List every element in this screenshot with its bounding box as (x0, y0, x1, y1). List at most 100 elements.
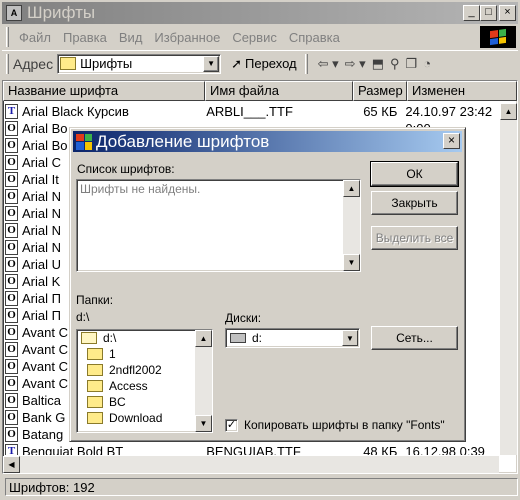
folder-icon (87, 364, 103, 376)
dialog-titlebar[interactable]: Добавление шрифтов × (73, 131, 462, 152)
folder-icon (87, 396, 103, 408)
folder-scrollbar[interactable]: ▲ ▼ (195, 330, 212, 432)
font-file-icon: O (5, 308, 18, 323)
folder-item[interactable]: Download (77, 410, 212, 426)
menu-help[interactable]: Справка (283, 30, 346, 45)
drive-select[interactable]: d: ▼ (225, 328, 360, 348)
folder-item[interactable]: 1 (77, 346, 212, 362)
maximize-button[interactable]: □ (480, 5, 497, 21)
address-bar: Адрес Шрифты ▼ ➚ Переход ⇦ ▾ ⇨ ▾ ⬒ ⚲ ❐ ◔ (2, 50, 518, 76)
horizontal-scrollbar[interactable]: ◀ (3, 456, 499, 473)
font-name: Arial It (22, 172, 59, 187)
toolbar-grip[interactable] (6, 53, 9, 74)
font-file-icon: O (5, 240, 18, 255)
column-header-name[interactable]: Название шрифта (3, 81, 205, 101)
font-file-icon: O (5, 359, 18, 374)
font-file-icon: O (5, 393, 18, 408)
folder-icon (87, 412, 103, 424)
font-name: Arial Bo (22, 138, 68, 153)
size-cell: 48 КБ (363, 444, 398, 455)
go-button[interactable]: ➚ Переход (227, 56, 301, 72)
font-file-icon: O (5, 342, 18, 357)
back-icon[interactable]: ⇦ ▾ (318, 56, 339, 72)
font-file-icon: O (5, 410, 18, 425)
copy-checkbox-label: Копировать шрифты в папку "Fonts" (244, 418, 445, 432)
toolbar-grip[interactable] (304, 53, 308, 74)
menu-edit[interactable]: Правка (57, 30, 113, 45)
folder-tree[interactable]: d:\ 1 2ndfl2002 Access BC Download ▲ ▼ (76, 329, 213, 433)
menu-tools[interactable]: Сервис (226, 30, 283, 45)
font-file-icon: T (5, 104, 18, 119)
up-folder-icon[interactable]: ⬒ (372, 56, 384, 72)
chevron-down-icon[interactable]: ▼ (203, 55, 220, 72)
history-icon[interactable]: ◔ (423, 56, 431, 71)
font-file-icon: O (5, 291, 18, 306)
address-label: Адрес (13, 55, 54, 72)
copy-icon[interactable]: ❐ (406, 56, 418, 72)
folder-icon (87, 348, 103, 360)
close-button[interactable]: × (499, 5, 516, 21)
address-field[interactable]: Шрифты ▼ (57, 53, 222, 74)
menu-view[interactable]: Вид (113, 30, 149, 45)
font-name: Bank G (22, 410, 66, 425)
file-name-cell: ARBLI___.TTF (206, 104, 293, 119)
scroll-down-icon[interactable]: ▼ (195, 415, 212, 432)
column-header-size[interactable]: Размер (353, 81, 407, 101)
forward-icon[interactable]: ⇨ ▾ (345, 56, 366, 72)
search-icon[interactable]: ⚲ (390, 56, 400, 72)
font-name: Arial N (22, 189, 62, 204)
minimize-button[interactable]: _ (463, 5, 480, 21)
copy-to-fonts-checkbox[interactable]: ✓ Копировать шрифты в папку "Fonts" (225, 418, 445, 432)
font-name: Baltica (22, 393, 62, 408)
column-header-modified[interactable]: Изменен (407, 81, 517, 101)
toolbar-grip[interactable] (6, 27, 9, 47)
menu-bar: Файл Правка Вид Избранное Сервис Справка (2, 25, 518, 49)
scroll-down-icon[interactable]: ▼ (343, 254, 360, 271)
font-list-box[interactable]: Шрифты не найдены. ▲ ▼ (76, 179, 361, 272)
file-name-cell: BENGUIAB.TTF (206, 444, 301, 455)
font-name: Arial K (22, 274, 61, 289)
font-file-icon: O (5, 376, 18, 391)
dialog-title: Добавление шрифтов (96, 131, 270, 151)
select-all-button[interactable]: Выделить все (371, 226, 458, 250)
vertical-scrollbar[interactable]: ▲ (500, 103, 517, 455)
font-list-placeholder: Шрифты не найдены. (80, 182, 201, 196)
folder-label: Download (109, 411, 163, 425)
folder-item[interactable]: 2ndfl2002 (77, 362, 212, 378)
menu-favorites[interactable]: Избранное (148, 30, 226, 45)
window-titlebar[interactable]: A Шрифты _ □ × (2, 2, 518, 24)
dialog-close-icon[interactable]: × (443, 133, 460, 149)
ok-button[interactable]: ОК (370, 161, 459, 187)
font-name: Avant C (22, 325, 69, 340)
close-dialog-button[interactable]: Закрыть (371, 191, 458, 215)
folder-item[interactable]: Access (77, 378, 212, 394)
open-folder-icon (81, 332, 97, 344)
font-name: Arial U (22, 257, 62, 272)
font-file-icon: T (5, 444, 18, 455)
checkmark-icon[interactable]: ✓ (225, 418, 238, 432)
table-row[interactable]: T Benguiat Bold BT BENGUIAB.TTF 48 КБ 16.12.… (3, 443, 499, 455)
font-file-icon: O (5, 172, 18, 187)
font-name: Avant C (22, 376, 69, 391)
network-button[interactable]: Сеть... (371, 326, 458, 350)
scroll-up-icon[interactable]: ▲ (343, 180, 360, 197)
scroll-left-icon[interactable]: ◀ (3, 456, 20, 473)
table-row[interactable]: T Arial Black Курсив ARBLI___.TTF 65 КБ 24.1… (3, 103, 499, 120)
font-file-icon: O (5, 223, 18, 238)
scroll-up-icon[interactable]: ▲ (500, 103, 517, 120)
font-name: Arial П (22, 308, 61, 323)
chevron-down-icon[interactable]: ▼ (342, 330, 358, 346)
font-list-scrollbar[interactable]: ▲ ▼ (343, 180, 360, 271)
folder-item[interactable]: BC (77, 394, 212, 410)
folders-label: Папки: (76, 293, 114, 307)
menu-file[interactable]: Файл (13, 30, 57, 45)
folder-label: BC (109, 395, 126, 409)
folder-item[interactable]: d:\ (77, 330, 212, 346)
folder-label: d:\ (103, 331, 117, 345)
font-name: Arial N (22, 223, 62, 238)
scroll-up-icon[interactable]: ▲ (195, 330, 212, 347)
font-name: Avant C (22, 342, 69, 357)
address-value: Шрифты (80, 56, 133, 71)
folder-icon (87, 380, 103, 392)
column-header-file[interactable]: Имя файла (205, 81, 353, 101)
